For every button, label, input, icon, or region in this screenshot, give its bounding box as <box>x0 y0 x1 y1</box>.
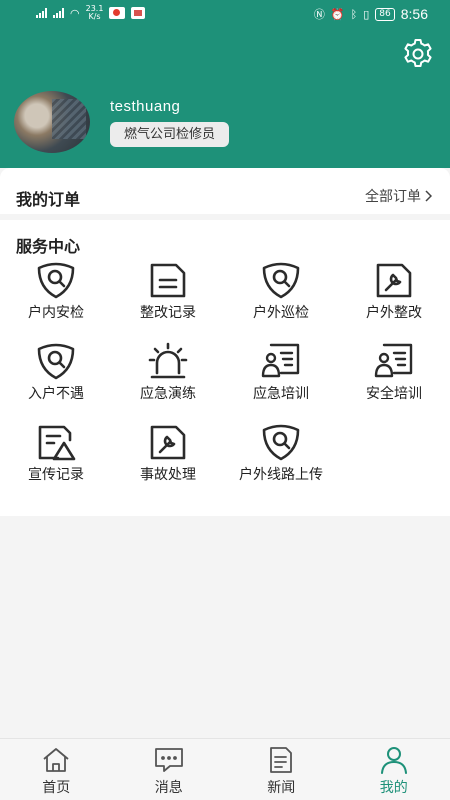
service-item-outdoor-route-upload[interactable]: 户外线路上传 <box>225 422 337 485</box>
status-left: ◠ 23.1 K/s <box>36 4 146 21</box>
weibo-icon <box>109 7 126 19</box>
service-item-label: 宣传记录 <box>28 467 84 483</box>
service-item-label: 应急演练 <box>140 386 196 402</box>
service-center-title: 服务中心 <box>16 237 81 256</box>
bluetooth-icon: ᛒ <box>350 7 358 21</box>
service-item-indoor-inspection[interactable]: 户内安检 <box>0 260 112 323</box>
all-orders-link[interactable]: 全部订单 <box>365 186 432 206</box>
wifi-icon: ◠ <box>70 6 80 20</box>
news-icon <box>270 747 293 773</box>
status-right: Ⓝ ⏰ ᛒ ▯ 86 8:56 <box>314 6 428 22</box>
service-item-emergency-drill[interactable]: 应急演练 <box>112 341 224 404</box>
profile-screen: ◠ 23.1 K/s Ⓝ ⏰ ᛒ ▯ 86 8:56 testhuang 燃气公… <box>0 0 450 800</box>
role-badge: 燃气公司检修员 <box>110 122 230 147</box>
avatar[interactable] <box>14 91 90 153</box>
service-item-outdoor-rectification[interactable]: 户外整改 <box>338 260 450 323</box>
nav-label: 首页 <box>42 780 71 796</box>
service-item-emergency-training[interactable]: 应急培训 <box>225 341 337 404</box>
service-item-label: 事故处理 <box>140 467 196 483</box>
status-bar: ◠ 23.1 K/s Ⓝ ⏰ ᛒ ▯ 86 8:56 <box>0 0 450 30</box>
vibrate-icon: ▯ <box>363 7 370 21</box>
service-item-publicity-records[interactable]: 宣传记录 <box>0 422 112 485</box>
service-item-label: 户外整改 <box>366 305 422 321</box>
nav-label: 消息 <box>154 780 183 796</box>
nav-item-messages[interactable]: 消息 <box>113 739 226 800</box>
service-item-label: 安全培训 <box>366 386 422 402</box>
person-board-icon <box>261 343 300 378</box>
service-item-no-one-home[interactable]: 入户不遇 <box>0 341 112 404</box>
nav-label: 新闻 <box>267 780 296 796</box>
nav-item-mine[interactable]: 我的 <box>338 739 450 800</box>
service-item-rectification-records[interactable]: 整改记录 <box>112 260 224 323</box>
shield-search-icon <box>262 262 300 299</box>
service-item-label: 户外线路上传 <box>239 467 323 483</box>
document-icon <box>150 263 186 298</box>
document-wrench-icon <box>150 425 186 460</box>
orders-title: 我的订单 <box>16 190 81 209</box>
shield-search-icon <box>262 424 300 461</box>
shield-search-icon <box>37 343 75 380</box>
person-board-icon <box>374 343 413 378</box>
alarm-clock-icon: ⏰ <box>330 7 345 21</box>
profile-header: ◠ 23.1 K/s Ⓝ ⏰ ᛒ ▯ 86 8:56 testhuang 燃气公… <box>0 0 450 168</box>
network-speed: 23.1 K/s <box>85 4 104 21</box>
battery-icon: 86 <box>375 7 395 21</box>
service-item-accident-handling[interactable]: 事故处理 <box>112 422 224 485</box>
status-time: 8:56 <box>400 6 428 22</box>
all-orders-label: 全部订单 <box>365 189 421 205</box>
service-center: 服务中心 户内安检 整改记录 户外巡检 户外整改 入户不遇 应急演练 应急培训 … <box>0 220 450 516</box>
signal-icon <box>53 8 64 18</box>
settings-gear-icon[interactable] <box>401 37 435 71</box>
alarm-icon <box>148 342 188 379</box>
signal-icon <box>36 8 47 18</box>
home-icon <box>43 748 69 772</box>
service-item-safety-training[interactable]: 安全培训 <box>338 341 450 404</box>
nav-label: 我的 <box>379 780 408 796</box>
message-icon <box>154 748 183 772</box>
user-icon <box>380 747 407 774</box>
shield-search-icon <box>37 262 75 299</box>
service-item-outdoor-inspection[interactable]: 户外巡检 <box>225 260 337 323</box>
service-item-label: 户外巡检 <box>253 305 309 321</box>
username: testhuang <box>110 98 181 115</box>
service-item-label: 入户不遇 <box>28 386 84 402</box>
bottom-navigation: 首页 消息 新闻 我的 <box>0 738 450 800</box>
document-triangle-icon <box>38 425 76 461</box>
nfc-icon: Ⓝ <box>313 8 325 21</box>
service-item-label: 户内安检 <box>28 305 84 321</box>
service-item-label: 整改记录 <box>140 305 196 321</box>
nav-item-home[interactable]: 首页 <box>0 739 113 800</box>
nav-item-news[interactable]: 新闻 <box>225 739 338 800</box>
app-notification-icon <box>131 7 146 19</box>
document-wrench-icon <box>376 263 412 298</box>
chevron-right-icon <box>425 190 432 202</box>
service-item-label: 应急培训 <box>253 386 309 402</box>
orders-section: 我的订单 全部订单 <box>0 168 450 214</box>
